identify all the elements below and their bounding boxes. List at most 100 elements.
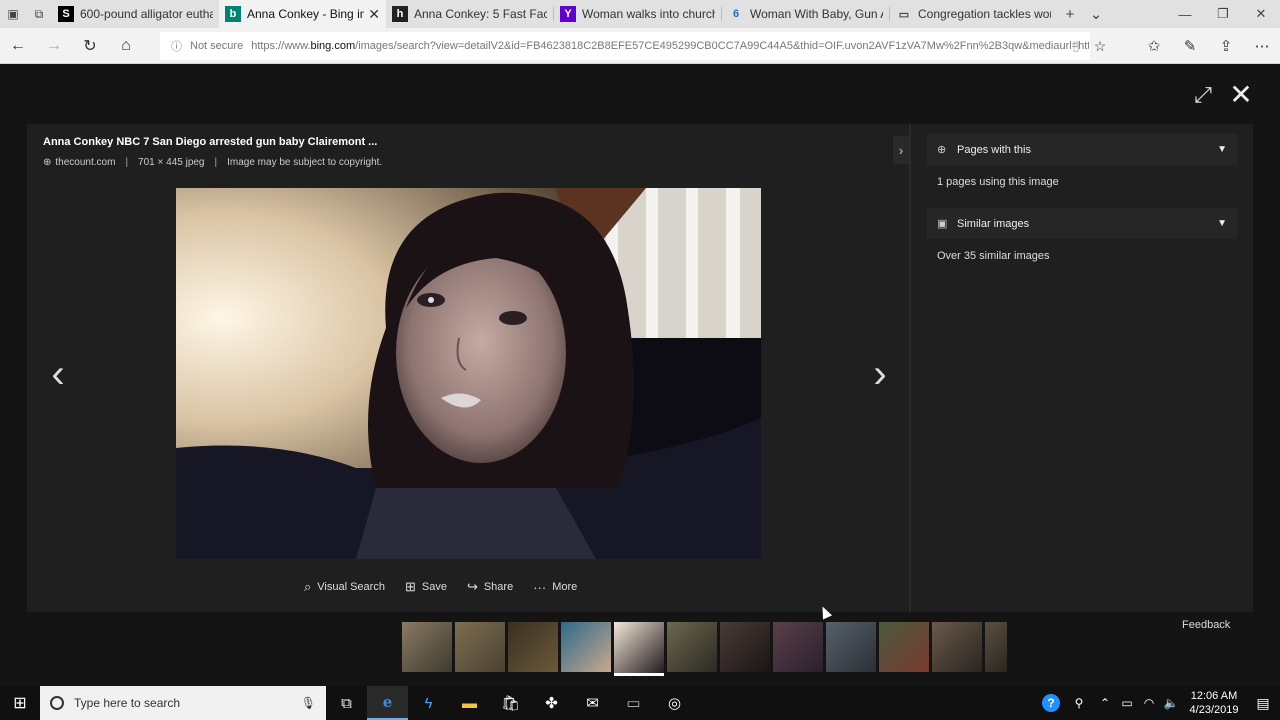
similar-images-link[interactable]: Over 35 similar images — [927, 240, 1237, 272]
dropbox-icon[interactable]: ✤ — [531, 686, 572, 720]
url-prefix: https://www. — [251, 40, 311, 52]
share-icon[interactable]: ⇪ — [1208, 28, 1244, 64]
clock-date: 4/23/2019 — [1189, 704, 1239, 716]
filmstrip-thumbnail[interactable] — [667, 622, 717, 672]
mail-icon[interactable]: ✉ — [572, 686, 613, 720]
file-explorer-icon[interactable]: ▬ — [449, 686, 490, 720]
wifi-icon[interactable]: ◠ — [1138, 696, 1160, 710]
more-button[interactable]: ··· More — [533, 579, 577, 595]
tab-title: Woman With Baby, Gun Acc — [750, 7, 883, 21]
notes-pen-icon[interactable]: ✎ — [1172, 28, 1208, 64]
similar-images-card: ▣ Similar images ▼ Over 35 similar image… — [927, 208, 1237, 272]
window-controls: — ❐ ✕ — [1166, 0, 1280, 28]
filmstrip-thumbnail[interactable] — [826, 622, 876, 672]
lightning-app-icon[interactable]: ϟ — [408, 686, 449, 720]
share-button[interactable]: ↪ Share — [467, 579, 513, 595]
caret-down-icon[interactable]: ▼ — [1217, 218, 1227, 229]
image-viewer: Anna Conkey NBC 7 San Diego arrested gun… — [27, 124, 1253, 612]
filmstrip-thumbnail[interactable] — [773, 622, 823, 672]
filmstrip-thumbnail[interactable] — [402, 622, 452, 672]
taskbar-search-box[interactable]: Type here to search 🎙 — [40, 686, 326, 720]
image-title[interactable]: Anna Conkey NBC 7 San Diego arrested gun… — [43, 136, 377, 148]
filmstrip-thumbnail[interactable] — [720, 622, 770, 672]
tab-title: Woman walks into church w — [582, 7, 715, 21]
visual-search-button[interactable]: ⌕ Visual Search — [304, 579, 385, 595]
filmstrip-thumbnail[interactable] — [455, 622, 505, 672]
home-button[interactable]: ⌂ — [108, 28, 144, 64]
back-button[interactable]: ← — [0, 28, 36, 64]
clock-time: 12:06 AM — [1190, 690, 1238, 702]
side-panel: ⊕ Pages with this ▼ 1 pages using this i… — [927, 134, 1237, 282]
browser-tab[interactable]: Y Woman walks into church w — [554, 0, 721, 28]
battery-icon[interactable]: ▭ — [1116, 696, 1138, 710]
forward-button[interactable]: → — [36, 28, 72, 64]
browser-tab[interactable]: S 600-pound alligator euthan — [52, 0, 219, 28]
restore-button[interactable]: ❐ — [1204, 0, 1242, 28]
filmstrip-thumbnail[interactable] — [879, 622, 929, 672]
tab-title: 600-pound alligator euthan — [80, 7, 213, 21]
obs-icon[interactable]: ◎ — [654, 686, 695, 720]
filmstrip-thumbnail[interactable] — [508, 622, 558, 672]
task-view-icon[interactable]: ⧉ — [326, 686, 367, 720]
source-link[interactable]: thecount.com — [55, 157, 115, 168]
expand-icon[interactable]: ⤢ — [1190, 82, 1216, 108]
panel-divider — [909, 124, 911, 612]
browser-tab[interactable]: b Anna Conkey - Bing ima ✕ — [219, 0, 386, 28]
settings-more-icon[interactable]: ⋯ — [1244, 28, 1280, 64]
tab-favicon-icon: b — [225, 6, 241, 22]
microphone-icon[interactable]: 🎙 — [301, 696, 316, 710]
url-domain: bing.com — [310, 40, 356, 52]
photo-illustration — [176, 188, 761, 559]
next-image-chevron-icon[interactable]: › — [865, 352, 895, 396]
similar-images-header[interactable]: ▣ Similar images ▼ — [927, 208, 1237, 240]
refresh-button[interactable]: ↻ — [72, 28, 108, 64]
browser-tab[interactable]: ▭ Congregation tackles woma — [890, 0, 1057, 28]
volume-icon[interactable]: 🔈 — [1160, 696, 1182, 710]
save-button[interactable]: ⊞ Save — [405, 579, 447, 595]
people-icon[interactable]: ⚲ — [1064, 696, 1094, 710]
feedback-link[interactable]: Feedback — [1182, 619, 1230, 631]
pages-with-this-title: Pages with this — [957, 143, 1031, 156]
main-image[interactable] — [176, 188, 761, 559]
app-window-icon[interactable]: ▭ — [613, 686, 654, 720]
clock[interactable]: 12:06 AM 4/23/2019 — [1182, 689, 1246, 717]
pages-with-this-header[interactable]: ⊕ Pages with this ▼ — [927, 134, 1237, 166]
tab-bar: ▣ ⧉ S 600-pound alligator euthan b Anna Con… — [0, 0, 1280, 28]
caret-down-icon[interactable]: ▼ — [1217, 144, 1227, 155]
notifications-icon[interactable]: ▤ — [1246, 695, 1280, 712]
share-arrow-icon: ↪ — [466, 579, 478, 594]
pages-count-link[interactable]: 1 pages using this image — [927, 166, 1237, 198]
window-close-button[interactable]: ✕ — [1242, 0, 1280, 28]
meta-separator: | — [125, 157, 129, 168]
pages-with-this-card: ⊕ Pages with this ▼ 1 pages using this i… — [927, 134, 1237, 198]
system-tray: ? ⚲ ⌃ ▭ ◠ 🔈 12:06 AM 4/23/2019 ▤ — [1038, 686, 1280, 720]
edge-browser-icon[interactable]: e — [367, 686, 408, 720]
help-icon[interactable]: ? — [1038, 694, 1064, 712]
tab-list-chevron-icon[interactable]: ⌄ — [1083, 0, 1109, 28]
tab-preview-icon[interactable]: ⧉ — [26, 0, 52, 28]
favorites-icon[interactable]: ✩ — [1136, 28, 1172, 64]
favorite-star-icon[interactable]: ☆ — [1090, 28, 1110, 64]
windows-start-icon[interactable]: ⊞ — [0, 686, 40, 720]
filmstrip-thumbnail[interactable] — [561, 622, 611, 672]
chevron-up-icon[interactable]: ⌃ — [1094, 696, 1116, 710]
filmstrip-thumbnail[interactable] — [932, 622, 982, 672]
new-tab-button[interactable]: + — [1057, 0, 1083, 28]
reading-view-icon[interactable]: ▯ — [1066, 28, 1086, 64]
tab-favicon-icon: ▭ — [896, 6, 912, 22]
store-icon[interactable]: 🛍 — [490, 686, 531, 720]
browser-tab[interactable]: h Anna Conkey: 5 Fast Facts Y — [386, 0, 553, 28]
collapse-panel-chevron-icon[interactable]: › — [893, 136, 909, 164]
url-field[interactable]: ⓘ Not secure https://www. bing.com/images… — [160, 32, 1090, 60]
windows-taskbar: ⊞ Type here to search 🎙 ⧉ e ϟ ▬ 🛍 ✤ ✉ ▭ … — [0, 686, 1280, 720]
tab-set-aside-icon[interactable]: ▣ — [0, 0, 26, 28]
browser-tab[interactable]: 6 Woman With Baby, Gun Acc — [722, 0, 889, 28]
filmstrip-thumbnail[interactable] — [985, 622, 1007, 672]
minimize-button[interactable]: — — [1166, 0, 1204, 28]
share-label: Share — [483, 581, 514, 593]
previous-image-chevron-icon[interactable]: ‹ — [43, 352, 73, 396]
close-viewer-icon[interactable]: ✕ — [1228, 79, 1254, 110]
tab-close-icon[interactable]: ✕ — [368, 6, 380, 23]
filmstrip-thumbnail[interactable] — [614, 622, 664, 676]
save-plus-icon: ⊞ — [404, 579, 416, 594]
